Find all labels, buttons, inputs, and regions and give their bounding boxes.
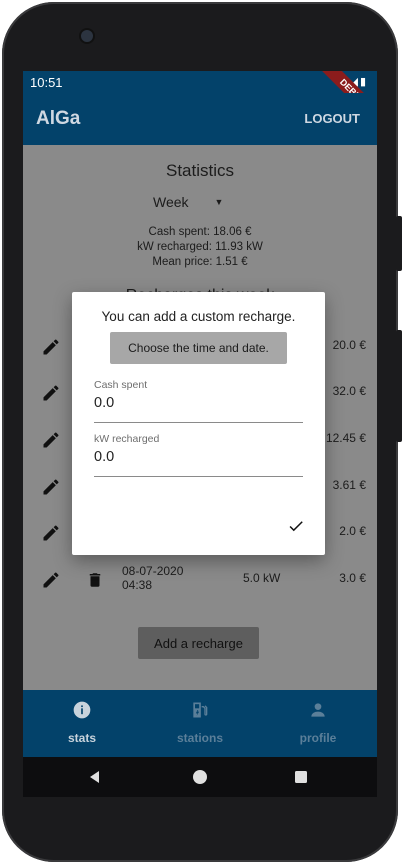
edit-icon[interactable]: [41, 523, 61, 543]
recharge-price: 2.0 €: [339, 524, 366, 538]
nav-item-stats[interactable]: stats: [23, 690, 141, 757]
app-screen: 10:51 ▼◢▮ DEBUG AlGa LOGOUT Statistics W…: [23, 71, 377, 757]
battery-icon: ▮: [359, 76, 368, 88]
kw-recharged-stat: kW recharged: 11.93 kW: [137, 241, 263, 253]
nav-label-stats: stats: [67, 731, 96, 745]
edit-icon[interactable]: [41, 570, 61, 590]
recharge-price: 20.0 €: [332, 338, 366, 352]
period-dropdown[interactable]: Week ▼: [153, 194, 223, 210]
mean-price-stat: Mean price: 1.51 €: [152, 256, 248, 268]
stats-title: Statistics: [165, 161, 235, 180]
cash-spent-label: Cash spent: [94, 379, 148, 391]
dropdown-arrow-icon: ▼: [214, 197, 224, 207]
edit-icon[interactable]: [41, 430, 61, 450]
app-bar: AlGa LOGOUT: [23, 93, 377, 145]
ev-station-icon: [193, 702, 208, 718]
edit-icon[interactable]: [41, 477, 61, 497]
period-value: Week: [153, 194, 189, 210]
confirm-check-icon[interactable]: [287, 517, 305, 535]
recharge-date: 08-07-2020: [122, 564, 184, 578]
home-icon[interactable]: [192, 769, 208, 785]
recharge-row: 08-07-2020 04:38 5.0 kW 3.0 €: [23, 562, 377, 602]
nav-label-profile: profile: [299, 731, 337, 745]
status-time: 10:51: [30, 75, 63, 90]
choose-datetime-button[interactable]: Choose the time and date.: [110, 332, 287, 364]
edit-icon[interactable]: [41, 337, 61, 357]
recents-icon[interactable]: [293, 769, 309, 785]
stats-summary: Cash spent: 18.06 € kW recharged: 11.93 …: [23, 225, 377, 270]
edit-icon[interactable]: [41, 383, 61, 403]
volume-button: [396, 216, 402, 271]
cash-spent-stat: Cash spent: 18.06 €: [148, 226, 252, 238]
add-recharge-button[interactable]: Add a recharge: [138, 627, 259, 659]
info-icon: [73, 701, 91, 719]
system-navigation-bar: [23, 757, 377, 797]
kw-recharged-field[interactable]: kW recharged 0.0: [94, 433, 303, 477]
nav-label-stations: stations: [176, 731, 223, 745]
recharge-kw: 5.0 kW: [243, 571, 281, 585]
recharge-price: 32.0 €: [332, 384, 366, 398]
recharge-time: 04:38: [122, 578, 153, 592]
back-icon[interactable]: [87, 769, 103, 785]
person-icon: [311, 703, 325, 717]
delete-icon[interactable]: [86, 570, 104, 590]
recharge-price: 12.45 €: [325, 431, 366, 445]
recharge-datetime: 08-07-2020 04:38: [122, 564, 183, 592]
recharge-price: 3.61 €: [332, 478, 366, 492]
kw-recharged-label: kW recharged: [94, 433, 160, 445]
bottom-navigation: stats stations profile: [23, 690, 377, 757]
custom-recharge-dialog: You can add a custom recharge. Choose th…: [72, 292, 325, 555]
nav-item-profile[interactable]: profile: [259, 690, 377, 757]
logout-button[interactable]: LOGOUT: [304, 111, 360, 126]
recharge-price: 3.0 €: [339, 571, 366, 585]
power-button: [396, 330, 402, 442]
dialog-title: You can add a custom recharge.: [101, 309, 296, 324]
nav-item-stations[interactable]: stations: [141, 690, 259, 757]
app-title: AlGa: [36, 108, 81, 129]
front-camera: [81, 30, 93, 42]
status-bar: 10:51 ▼◢▮ DEBUG: [23, 71, 377, 131]
cash-spent-field[interactable]: Cash spent 0.0: [94, 379, 303, 423]
kw-recharged-input[interactable]: 0.0: [94, 449, 114, 465]
cash-spent-input[interactable]: 0.0: [94, 395, 114, 411]
